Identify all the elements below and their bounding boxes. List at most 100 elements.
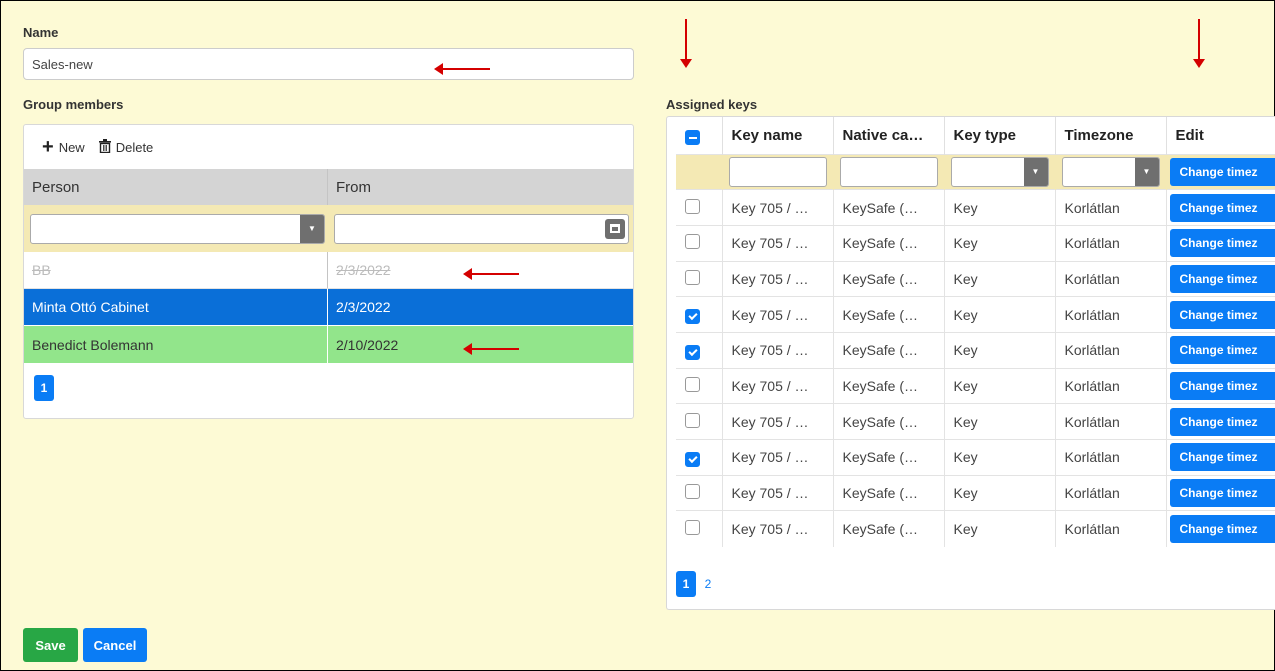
row-checkbox[interactable] [685,412,700,428]
column-header-person[interactable]: Person [24,169,328,205]
key-type-cell: Key [944,510,1056,547]
plus-icon: + [42,136,54,158]
change-timezone-button[interactable]: Change timez [1169,371,1275,400]
members-grid-header: Person From [24,169,633,205]
keys-page-2[interactable]: 2 [698,571,718,597]
key-name-cell: Key 705 / … [722,474,834,511]
table-row[interactable]: Key 705 / … KeySafe (… Key Korlátlan Change … [676,224,1275,262]
key-name-cell: Key 705 / … [722,260,834,297]
new-label: New [58,139,85,155]
caret-down-icon[interactable]: ▼ [1134,157,1159,186]
row-checkbox[interactable] [685,198,700,214]
table-row[interactable]: Key 705 / … KeySafe (… Key Korlátlan Change … [676,439,1275,476]
row-checkbox[interactable] [685,309,700,325]
change-timezone-button[interactable]: Change timez [1169,514,1275,543]
new-member-button[interactable]: + New [42,137,85,157]
column-header-key-type[interactable]: Key type [944,117,1056,154]
cancel-button[interactable]: Cancel [83,628,147,662]
members-filter-row: ▼ [24,205,633,252]
table-row[interactable]: Benedict Bolemann 2/10/2022 [24,326,633,363]
table-row[interactable]: Key 705 / … KeySafe (… Key Korlátlan Change … [676,260,1275,297]
name-label: Name [23,25,59,40]
change-timezone-button[interactable]: Change timez [1169,479,1275,508]
native-cabinet-filter-input[interactable] [839,156,938,187]
change-timezone-button[interactable]: Change timez [1169,193,1275,222]
row-checkbox[interactable] [685,484,700,500]
change-timezone-button[interactable]: Change timez [1169,407,1275,436]
key-name-cell: Key 705 / … [722,403,834,440]
key-name-cell: Key 705 / … [722,331,834,369]
table-row[interactable]: Key 705 / … KeySafe (… Key Korlátlan Change … [676,296,1275,333]
key-type-filter-select[interactable]: ▼ [950,156,1049,187]
key-name-cell: Key 705 / … [722,224,834,262]
keys-page-1[interactable]: 1 [676,571,696,597]
annotation-arrow [1193,19,1205,68]
key-name-cell: Key 705 / … [722,510,834,547]
keys-pager: 1 2 [676,571,718,597]
row-checkbox[interactable] [685,376,700,392]
change-timezone-button[interactable]: Change timez [1169,264,1275,293]
timezone-cell: Korlátlan [1055,296,1167,333]
annotation-arrow [463,343,519,355]
timezone-cell: Korlátlan [1055,474,1167,511]
key-name-cell: Key 705 / … [722,439,834,476]
annotation-arrow [434,63,490,75]
key-type-cell: Key [944,403,1056,440]
column-header-timezone[interactable]: Timezone [1055,117,1167,154]
change-timezone-button[interactable]: Change timez [1169,229,1275,258]
save-button[interactable]: Save [23,628,78,662]
calendar-icon[interactable] [605,218,625,239]
row-checkbox[interactable] [685,234,700,250]
person-cell: BB [24,252,328,288]
column-header-edit: Edit [1166,117,1275,154]
from-cell: 2/3/2022 [336,299,391,315]
person-cell: Minta Ottó Cabinet [24,289,328,325]
table-row[interactable]: Key 705 / … KeySafe (… Key Korlátlan Change … [676,331,1275,369]
native-cabinet-cell: KeySafe (… [833,474,945,511]
timezone-cell: Korlátlan [1055,331,1167,369]
person-filter-select[interactable]: ▼ [30,213,325,244]
change-timezone-button[interactable]: Change timez [1169,443,1275,472]
caret-down-icon[interactable]: ▼ [1023,157,1048,186]
assigned-keys-panel: Key name Native ca… Key type Timezone Ed… [666,116,1275,610]
assigned-keys-label: Assigned keys [666,97,758,112]
table-row[interactable]: Key 705 / … KeySafe (… Key Korlátlan Change … [676,474,1275,511]
native-cabinet-cell: KeySafe (… [833,189,945,226]
from-filter-date[interactable] [334,213,629,244]
timezone-filter-select[interactable]: ▼ [1061,156,1160,187]
caret-down-icon[interactable]: ▼ [300,214,324,243]
name-input[interactable]: Sales-new [23,48,634,80]
table-row[interactable]: BB 2/3/2022 [24,252,633,289]
key-type-cell: Key [944,296,1056,333]
column-header-key-name[interactable]: Key name [722,117,834,154]
change-timezone-button[interactable]: Change timez [1169,300,1275,329]
row-checkbox[interactable] [685,451,700,467]
members-page-1[interactable]: 1 [34,375,54,401]
key-name-cell: Key 705 / … [722,296,834,333]
change-timezone-all-button[interactable]: Change timez [1169,157,1275,186]
select-all-checkbox[interactable] [685,130,700,145]
table-row[interactable]: Key 705 / … KeySafe (… Key Korlátlan Change … [676,510,1275,547]
timezone-cell: Korlátlan [1055,403,1167,440]
key-type-cell: Key [944,367,1056,404]
key-type-cell: Key [944,189,1056,226]
select-all-header [676,117,723,154]
timezone-cell: Korlátlan [1055,510,1167,547]
table-row[interactable]: Key 705 / … KeySafe (… Key Korlátlan Change … [676,367,1275,404]
change-timezone-button[interactable]: Change timez [1169,336,1275,365]
timezone-cell: Korlátlan [1055,439,1167,476]
table-row[interactable]: Key 705 / … KeySafe (… Key Korlátlan Change … [676,403,1275,440]
column-header-from[interactable]: From [328,169,633,205]
delete-member-button[interactable]: Delete [98,138,153,156]
from-cell: 2/10/2022 [336,336,399,353]
row-checkbox[interactable] [685,344,700,360]
key-type-cell: Key [944,224,1056,262]
key-name-filter-input[interactable] [728,156,827,187]
annotation-arrow [680,19,692,68]
table-row[interactable]: Minta Ottó Cabinet 2/3/2022 [24,289,633,326]
row-checkbox[interactable] [685,519,700,535]
column-header-native-cabinet[interactable]: Native ca… [833,117,945,154]
row-checkbox[interactable] [685,269,700,285]
table-row[interactable]: Key 705 / … KeySafe (… Key Korlátlan Change … [676,189,1275,226]
keys-table: Key name Native ca… Key type Timezone Ed… [676,117,1275,547]
